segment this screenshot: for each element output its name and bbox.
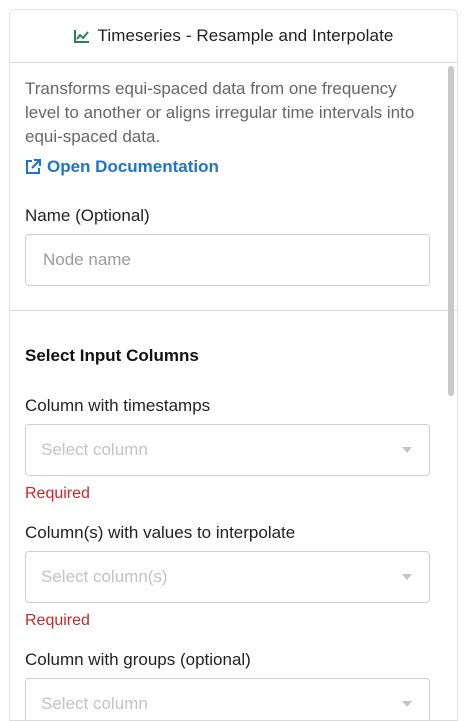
node-name-input[interactable]	[25, 234, 430, 286]
groups-column-label: Column with groups (optional)	[25, 650, 251, 669]
values-column-group: Column(s) with values to interpolate Sel…	[25, 523, 431, 630]
open-documentation-label: Open Documentation	[47, 157, 219, 176]
section-title: Select Input Columns	[25, 346, 199, 365]
node-config-panel: Timeseries - Resample and Interpolate Tr…	[9, 9, 458, 721]
required-error: Required	[25, 612, 90, 629]
timestamp-column-select[interactable]: Select column	[25, 424, 430, 476]
select-placeholder: Select column	[41, 694, 148, 713]
name-field-label: Name (Optional)	[25, 206, 150, 225]
section-divider	[10, 310, 457, 311]
chevron-down-icon	[402, 574, 412, 580]
values-column-label: Column(s) with values to interpolate	[25, 523, 296, 542]
groups-column-group: Column with groups (optional) Select col…	[25, 650, 431, 721]
chevron-down-icon	[402, 447, 412, 453]
select-placeholder: Select column(s)	[41, 567, 168, 586]
chevron-down-icon	[402, 701, 412, 707]
select-placeholder: Select column	[41, 440, 148, 459]
panel-title: Timeseries - Resample and Interpolate	[97, 26, 394, 45]
line-chart-icon	[73, 29, 90, 43]
values-column-select[interactable]: Select column(s)	[25, 551, 430, 603]
timestamp-column-label: Column with timestamps	[25, 396, 211, 415]
panel-header: Timeseries - Resample and Interpolate	[10, 10, 457, 63]
input-columns-section: Select Input Columns Column with timesta…	[10, 346, 457, 721]
required-error: Required	[25, 485, 90, 502]
panel-body: Transforms equi-spaced data from one fre…	[10, 63, 457, 286]
groups-column-select[interactable]: Select column	[25, 678, 430, 721]
timestamp-column-group: Column with timestamps Select column Req…	[25, 396, 431, 503]
open-documentation-link[interactable]: Open Documentation	[25, 157, 431, 177]
scrollbar[interactable]	[448, 66, 454, 396]
external-link-icon	[25, 159, 41, 175]
node-description: Transforms equi-spaced data from one fre…	[25, 79, 415, 146]
